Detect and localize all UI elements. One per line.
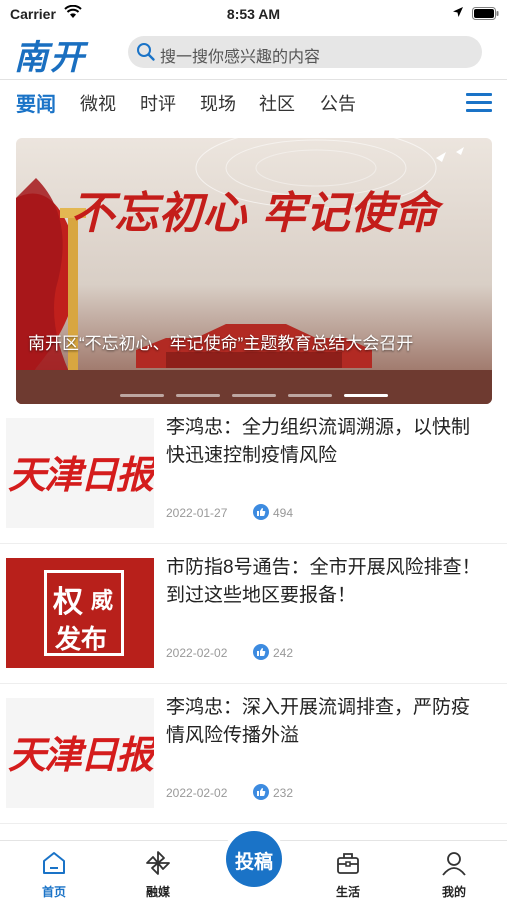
tabbar-media[interactable]: 融媒 <box>118 841 198 900</box>
like-count: 242 <box>273 646 294 660</box>
category-tabs: 要闻 微视 时评 现场 社区 公告 <box>0 84 507 120</box>
app-header: 南开 搜一搜你感兴趣的内容 <box>0 28 507 80</box>
status-bar: Carrier 8:53 AM <box>0 0 507 28</box>
news-thumbnail: 权 威 发布 <box>6 558 154 668</box>
news-date: 2022-02-02 <box>166 646 228 660</box>
tabbar-label: 我的 <box>441 885 466 899</box>
carousel-banner[interactable]: 不忘初心 牢记使命 南开区“不忘初心、牢记使命”主题教育总结大会召开 <box>16 138 492 404</box>
like-count: 494 <box>273 506 294 520</box>
thumbnail-text: 发布 <box>55 624 108 654</box>
carousel-dot[interactable] <box>344 394 388 397</box>
clock: 8:53 AM <box>226 6 281 22</box>
tabbar-home[interactable]: 首页 <box>14 841 94 900</box>
tab-micro-video[interactable]: 微视 <box>80 90 116 116</box>
like-count: 232 <box>273 786 294 800</box>
submit-label: 投稿 <box>234 852 273 873</box>
tabbar-life[interactable]: 生活 <box>308 841 388 900</box>
thumbnail-text: 权 <box>53 586 83 619</box>
thumbs-up-icon <box>253 644 269 660</box>
banner-caption: 南开区“不忘初心、牢记使命”主题教育总结大会召开 <box>28 334 414 353</box>
banner-slogan: 不忘初心 牢记使命 <box>70 188 444 239</box>
carousel-dot[interactable] <box>288 394 332 397</box>
carousel-dot[interactable] <box>232 394 276 397</box>
news-thumbnail: 天津日报 <box>6 418 154 528</box>
tab-commentary[interactable]: 时评 <box>140 90 176 116</box>
briefcase-icon <box>337 853 359 874</box>
news-item[interactable]: 天津日报 李鸿忠：全力组织流调溯源，以快制快迅速控制疫情风险 2022-01-2… <box>0 404 507 544</box>
divider <box>0 823 507 824</box>
thumbnail-text: 天津日报 <box>8 452 154 497</box>
app-logo[interactable]: 南开 <box>14 30 112 78</box>
tab-live-scene[interactable]: 现场 <box>200 90 236 116</box>
carousel-indicator <box>16 394 492 398</box>
carousel-dot[interactable] <box>176 394 220 397</box>
news-item[interactable]: 权 威 发布 市防指8号通告：全市开展风险排查！到过这些地区要报备！ 2022-… <box>0 544 507 684</box>
tab-community[interactable]: 社区 <box>259 90 295 116</box>
battery-icon <box>472 7 499 20</box>
news-date: 2022-01-27 <box>166 506 228 520</box>
location-arrow-icon <box>453 7 463 17</box>
thumbs-up-icon <box>253 504 269 520</box>
tab-headlines[interactable]: 要闻 <box>16 88 56 117</box>
logo-text: 南开 <box>14 38 86 78</box>
banner-image: 不忘初心 牢记使命 <box>16 138 492 404</box>
search-placeholder: 搜一搜你感兴趣的内容 <box>160 49 321 66</box>
thumbnail-text: 天津日报 <box>8 732 154 777</box>
news-title: 市防指8号通告：全市开展风险排查！到过这些地区要报备！ <box>166 557 481 606</box>
header-divider <box>0 79 507 80</box>
tabbar-label: 融媒 <box>145 885 170 899</box>
person-icon <box>442 852 466 876</box>
news-date: 2022-02-02 <box>166 786 228 800</box>
authority-badge: 权 威 发布 <box>44 570 124 656</box>
news-thumbnail: 天津日报 <box>6 698 154 808</box>
submit-button-circle: 投稿 <box>226 831 282 887</box>
home-icon <box>43 852 65 874</box>
pinwheel-icon <box>146 851 170 875</box>
thumbnail-text: 威 <box>91 588 114 613</box>
tabbar-label: 生活 <box>335 885 360 899</box>
news-item[interactable]: 天津日报 李鸿忠：深入开展流调排查，严防疫情风险传播外溢 2022-02-02 … <box>0 684 507 824</box>
news-title: 李鸿忠：全力组织流调溯源，以快制快迅速控制疫情风险 <box>166 417 471 466</box>
tabbar-profile[interactable]: 我的 <box>414 841 494 900</box>
tabbar-label: 首页 <box>41 885 66 899</box>
thumbs-up-icon <box>253 784 269 800</box>
menu-icon[interactable] <box>466 92 492 114</box>
search-bar[interactable]: 搜一搜你感兴趣的内容 <box>128 36 482 68</box>
carousel-dot[interactable] <box>120 394 164 397</box>
submit-post-button[interactable]: 投稿 <box>222 827 286 891</box>
tab-announcements[interactable]: 公告 <box>320 90 356 116</box>
search-icon <box>137 43 155 61</box>
news-title: 李鸿忠：深入开展流调排查，严防疫情风险传播外溢 <box>166 697 471 746</box>
